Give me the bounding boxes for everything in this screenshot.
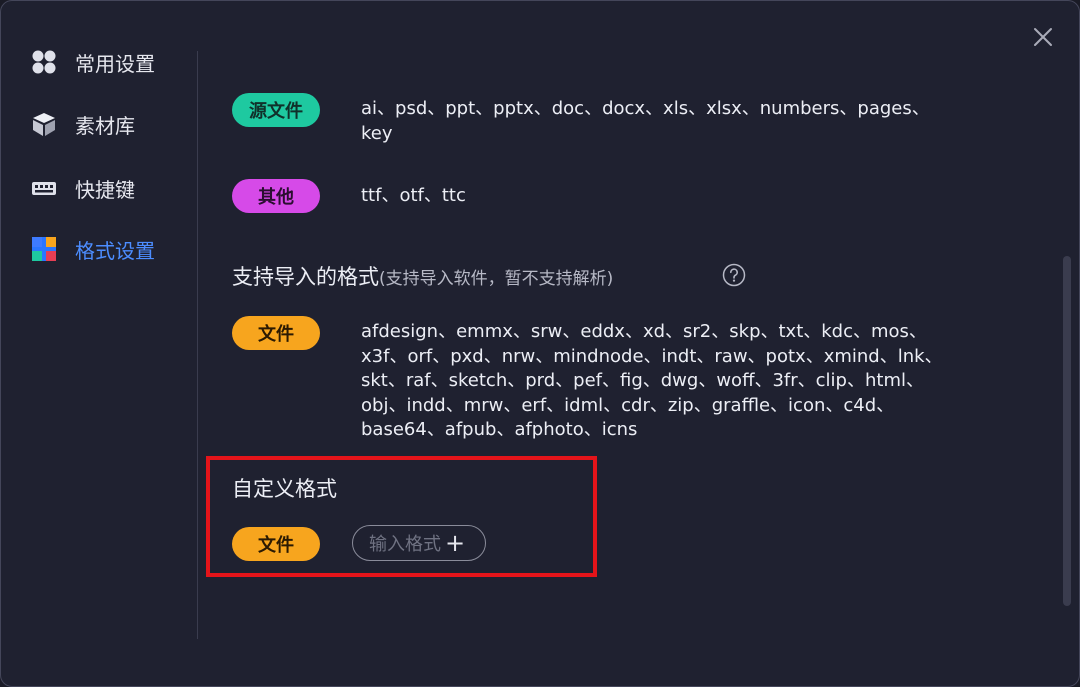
highlight-box [206, 456, 597, 577]
keyboard-icon [32, 182, 56, 195]
settings-window: 常用设置 素材库 快捷键 格式设置 源文件 ai、psd、ppt、pptx、do… [0, 0, 1080, 687]
other-formats-list: ttf、otf、ttc [361, 185, 466, 206]
import-section-title: 支持导入的格式(支持导入软件，暂不支持解析) [232, 261, 613, 291]
import-subtitle-text: (支持导入软件，暂不支持解析) [379, 269, 614, 289]
sidebar: 常用设置 素材库 快捷键 格式设置 [1, 1, 198, 686]
format-settings-panel: 源文件 ai、psd、ppt、pptx、doc、docx、xls、xlsx、nu… [198, 1, 1058, 686]
import-title-text: 支持导入的格式 [232, 265, 379, 289]
source-file-badge: 源文件 [232, 93, 320, 127]
cube-icon [33, 113, 55, 136]
sidebar-item-format[interactable]: 格式设置 [31, 231, 155, 267]
help-icon[interactable] [722, 263, 746, 287]
other-badge: 其他 [232, 179, 320, 213]
scrollbar[interactable] [1063, 256, 1071, 606]
grid-icon [32, 50, 56, 74]
format-icon [32, 237, 56, 261]
sidebar-item-label: 快捷键 [75, 177, 135, 202]
source-formats-list: ai、psd、ppt、pptx、doc、docx、xls、xlsx、number… [361, 98, 930, 144]
sidebar-item-label: 常用设置 [75, 51, 155, 76]
sidebar-item-label: 格式设置 [75, 238, 155, 263]
import-file-badge: 文件 [232, 316, 320, 350]
import-formats-list: afdesign、emmx、srw、eddx、xd、sr2、skp、txt、kd… [361, 321, 943, 441]
sidebar-item-label: 素材库 [75, 113, 135, 138]
sidebar-item-general[interactable]: 常用设置 [31, 44, 155, 80]
sidebar-item-assets[interactable]: 素材库 [31, 106, 135, 142]
sidebar-item-shortcuts[interactable]: 快捷键 [31, 170, 135, 206]
